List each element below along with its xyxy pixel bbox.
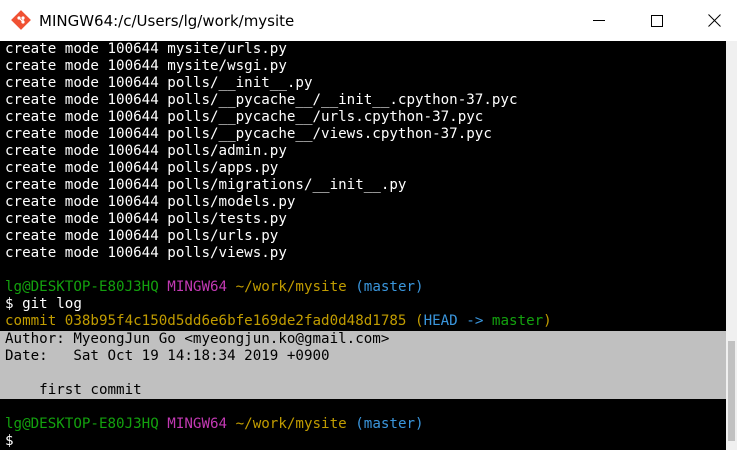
close-icon (707, 14, 721, 27)
command-line: $ git log (0, 296, 726, 313)
author-line: Author: MyeongJun Go <myeongjun.ko@gmail… (5, 331, 390, 347)
commit-message: first commit (5, 382, 142, 398)
prompt-symbol: $ (5, 433, 14, 449)
prompt-env: MINGW64 (167, 416, 228, 432)
terminal-line: create mode 100644 polls/admin.py (5, 143, 287, 159)
prompt-path: ~/work/mysite (235, 416, 347, 432)
terminal-line: create mode 100644 polls/__pycache__/url… (5, 109, 484, 125)
date-line: Date: Sat Oct 19 14:18:34 2019 +0900 (5, 348, 330, 364)
prompt-symbol: $ (5, 296, 14, 312)
close-button[interactable] (691, 0, 737, 41)
input-line[interactable]: $ (0, 433, 726, 450)
scrollbar-thumb[interactable] (728, 341, 735, 441)
terminal-line: create mode 100644 polls/models.py (5, 194, 296, 210)
prompt-line: lg@DESKTOP-E80J3HQ MINGW64 ~/work/mysite… (0, 279, 726, 296)
terminal-line: create mode 100644 polls/__init__.py (5, 75, 313, 91)
vertical-scrollbar[interactable] (726, 41, 737, 450)
maximize-button[interactable] (634, 0, 680, 41)
commit-line: commit 038b95f4c150d5dd6e6bfe169de2fad0d… (0, 313, 726, 330)
prompt-branch: (master) (355, 279, 424, 295)
commit-paren-open: ( (415, 313, 424, 329)
prompt-user-host: lg@DESKTOP-E80J3HQ (5, 279, 159, 295)
prompt-line: lg@DESKTOP-E80J3HQ MINGW64 ~/work/mysite… (0, 416, 726, 433)
git-bash-icon (11, 10, 31, 30)
window-title: MINGW64:/c/Users/lg/work/mysite (39, 12, 295, 30)
prompt-user-host: lg@DESKTOP-E80J3HQ (5, 416, 159, 432)
commit-hash: 038b95f4c150d5dd6e6bfe169de2fad0d48d1785 (64, 313, 407, 329)
minimize-icon (593, 19, 605, 22)
commit-arrow: -> (466, 313, 484, 329)
commit-label: commit (5, 313, 57, 329)
terminal-line: create mode 100644 polls/tests.py (5, 211, 287, 227)
window-titlebar[interactable]: MINGW64:/c/Users/lg/work/mysite (0, 0, 737, 41)
commit-paren-close: ) (543, 313, 552, 329)
terminal-line: create mode 100644 polls/views.py (5, 245, 287, 261)
minimize-button[interactable] (576, 0, 622, 41)
commit-head: HEAD (423, 313, 458, 329)
prompt-env: MINGW64 (167, 279, 228, 295)
terminal-line: create mode 100644 polls/__pycache__/vie… (5, 126, 492, 142)
terminal-line: create mode 100644 polls/urls.py (5, 228, 279, 244)
terminal-line: create mode 100644 mysite/wsgi.py (5, 58, 287, 74)
commit-branch: master (491, 313, 544, 329)
terminal-output[interactable]: create mode 100644 mysite/urls.py create… (0, 41, 726, 450)
maximize-icon (651, 14, 663, 27)
command-text: git log (22, 296, 82, 312)
terminal-line: create mode 100644 polls/migrations/__in… (5, 177, 407, 193)
prompt-path: ~/work/mysite (235, 279, 347, 295)
terminal-line: create mode 100644 polls/__pycache__/__i… (5, 92, 518, 108)
terminal-line: create mode 100644 polls/apps.py (5, 160, 279, 176)
terminal-line: create mode 100644 mysite/urls.py (5, 41, 287, 57)
prompt-branch: (master) (355, 416, 424, 432)
